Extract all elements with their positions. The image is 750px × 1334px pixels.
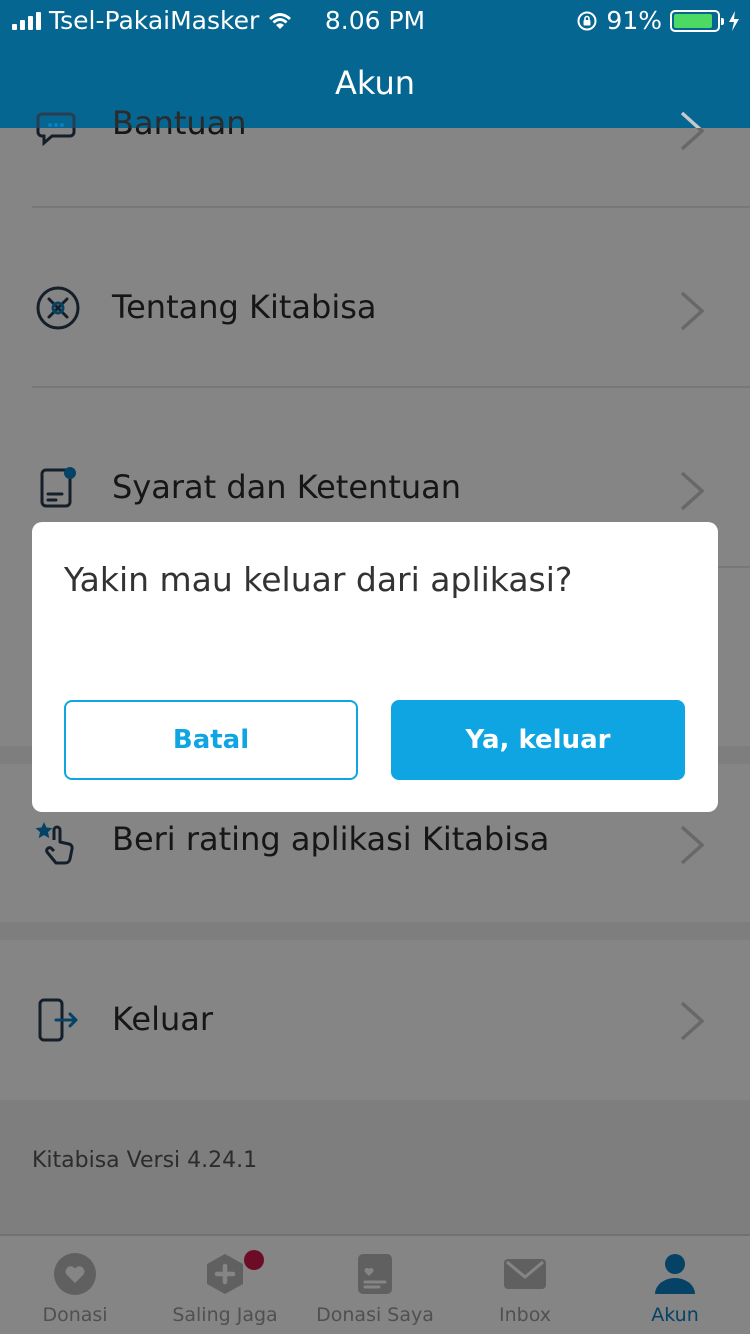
battery-icon <box>670 9 724 32</box>
rotation-lock-icon <box>577 11 597 30</box>
battery-info: 91% <box>576 6 740 35</box>
battery-percent: 91% <box>606 6 662 35</box>
dialog-title: Yakin mau keluar dari aplikasi? <box>64 560 573 599</box>
cancel-button[interactable]: Batal <box>64 700 358 780</box>
charging-icon <box>729 10 739 31</box>
logout-confirm-dialog: Yakin mau keluar dari aplikasi? Batal Ya… <box>32 522 718 812</box>
status-bar: Tsel-PakaiMasker 8.06 PM 91% <box>0 0 750 40</box>
confirm-logout-button[interactable]: Ya, keluar <box>391 700 685 780</box>
